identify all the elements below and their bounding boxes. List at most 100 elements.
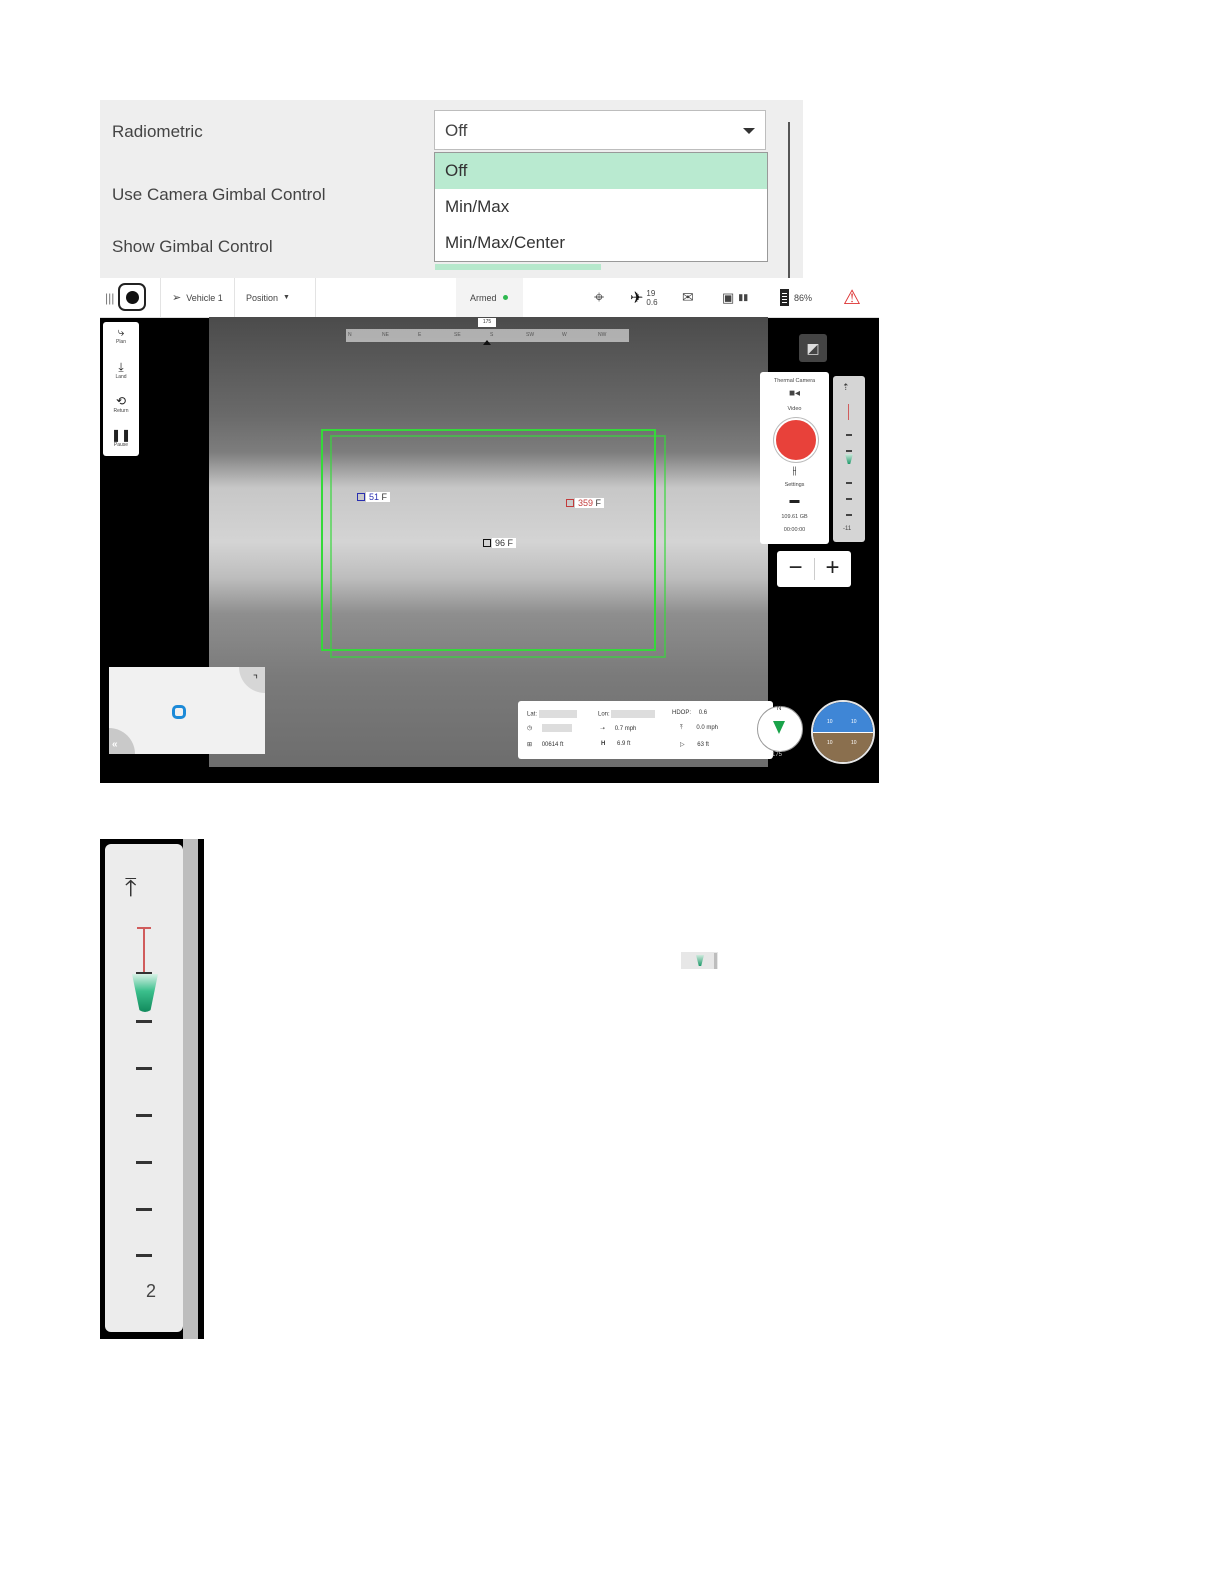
vertical-speed-icon: ⤒ — [680, 725, 683, 731]
camera-settings-label[interactable]: Settings — [760, 482, 829, 488]
caret-down-icon: ▼ — [283, 294, 290, 301]
top-toolbar: ||| ➢ Vehicle 1 Position ▼ Armed ⌖ ✈ 19 0… — [100, 278, 879, 318]
compass-dial: N 175 — [757, 706, 803, 758]
zoom-control: − + — [777, 551, 851, 587]
pause-icon: ❚❚ — [110, 428, 132, 442]
app-logo-button[interactable] — [118, 283, 146, 311]
gimbal-position-marker[interactable] — [845, 454, 853, 464]
armed-status-label: Armed — [470, 292, 497, 303]
return-button[interactable]: ⟲ Return — [103, 394, 139, 414]
gimbal-control-slider[interactable]: ⇡ -11 — [833, 376, 865, 542]
height-value: 6.9 ft — [617, 741, 631, 747]
radiometric-options-list: Off Min/Max Min/Max/Center — [434, 152, 768, 262]
spot-temp-min: 51 F — [357, 492, 391, 502]
clock-icon: ◷ — [527, 725, 533, 732]
telemetry-panel: Lat: Lon: HDOP: 0.6 ◷ ➝ 0.7 mph ⤒ 0.0 mp… — [518, 701, 773, 759]
scrollbar[interactable] — [788, 122, 790, 278]
satellite-icon: ✈ — [630, 289, 644, 307]
flight-actions-toolbar: ⤷ Plan ⤓ Land ⟲ Return ❚❚ Pause — [103, 322, 139, 456]
lon-label: Lon: — [598, 711, 610, 718]
sliders-icon[interactable]: ⫲ — [760, 465, 829, 478]
armed-status[interactable]: Armed — [456, 278, 523, 317]
heading-arrow-icon — [773, 721, 785, 734]
land-icon: ⤓ — [118, 360, 124, 374]
heading-readout: 175 — [478, 318, 496, 327]
gimbal-control-zoomed: ⤒ 2 — [100, 839, 204, 1339]
storage-free: 109.61 GB — [781, 514, 808, 520]
recording-time: 00:00:00 — [783, 527, 806, 533]
video-camera-icon[interactable]: ■◂ — [760, 388, 829, 399]
warning-icon[interactable]: ⚠ — [843, 278, 861, 317]
radiometric-label: Radiometric — [112, 122, 203, 141]
spot-temp-center: 96 F — [483, 538, 517, 548]
camera-mode-label: Video — [787, 406, 802, 412]
thermal-video-feed[interactable]: N NE E SE S SW W NW 175 51 F 359 F 96 F — [209, 317, 768, 767]
vehicle-name: Vehicle 1 — [186, 292, 223, 303]
minimap[interactable]: ⌝ « — [109, 667, 265, 754]
gps-target-icon[interactable]: ⌖ — [594, 278, 604, 317]
spot-marker — [566, 499, 574, 507]
rc-signal-icon[interactable]: ▣ ▮▮ — [722, 278, 748, 317]
hdop-value: 0.6 — [646, 297, 658, 307]
flight-mode-selector[interactable]: Position ▼ — [246, 278, 290, 317]
lat-label: Lat: — [527, 711, 538, 718]
battery-status[interactable]: 86% — [780, 278, 812, 317]
status-dot — [502, 295, 508, 300]
time-value-redacted — [541, 724, 572, 732]
gimbal-marker-inline-icon — [681, 952, 718, 969]
zoom-out-button[interactable]: − — [777, 551, 814, 587]
zoom-in-button[interactable]: + — [814, 551, 851, 587]
gimbal-range-indicator — [143, 928, 145, 972]
radiometric-option-off[interactable]: Off — [435, 153, 767, 189]
camera-settings-panel: Radiometric Use Camera Gimbal Control Sh… — [100, 100, 803, 278]
satellite-count: 19 — [646, 288, 656, 298]
chevrons-left-icon: « — [112, 739, 118, 750]
spot-temp-max: 359 F — [566, 498, 605, 508]
sd-card-icon: ▬ — [789, 495, 800, 506]
vehicle-selector[interactable]: ➢ Vehicle 1 — [172, 278, 223, 317]
height-icon: H — [601, 741, 606, 747]
spot-marker — [483, 539, 491, 547]
flight-app-screenshot: ||| ➢ Vehicle 1 Position ▼ Armed ⌖ ✈ 19 0… — [100, 278, 879, 783]
distance-icon: ▷ — [680, 742, 685, 748]
lon-value-redacted — [611, 710, 656, 718]
distance-value: 63 ft — [697, 742, 709, 748]
battery-icon — [780, 289, 789, 306]
horizontal-speed-icon: ➝ — [600, 726, 606, 732]
palette-toggle-button[interactable]: ◩ — [799, 334, 827, 362]
horizontal-speed: 0.7 mph — [614, 726, 637, 732]
satellite-status[interactable]: ✈ 19 0.6 — [630, 278, 658, 317]
vehicle-marker-icon — [172, 705, 186, 719]
toggle-partial[interactable] — [435, 264, 601, 270]
land-button[interactable]: ⤓ Land — [103, 360, 139, 380]
pause-button[interactable]: ❚❚ Pause — [103, 428, 139, 448]
use-camera-gimbal-control-label: Use Camera Gimbal Control — [112, 185, 326, 204]
gimbal-angle-value: 2 — [146, 1281, 157, 1301]
hdop-readout: 0.6 — [698, 710, 708, 716]
radiometric-select-value: Off — [445, 121, 468, 140]
gimbal-slider-panel[interactable] — [105, 844, 183, 1332]
radiometric-option-min-max[interactable]: Min/Max — [435, 189, 767, 225]
radiometric-option-min-max-center[interactable]: Min/Max/Center — [435, 225, 767, 261]
telemetry-link-icon[interactable]: ✉ — [682, 278, 694, 317]
altitude-value: 00614 ft — [541, 742, 564, 748]
menu-icon[interactable]: ||| — [105, 278, 114, 317]
attitude-indicator: 10 10 10 10 — [811, 700, 875, 764]
return-icon: ⟲ — [115, 394, 127, 408]
lat-value-redacted — [538, 710, 577, 718]
spot-marker — [357, 493, 365, 501]
gimbal-angle-value: -11 — [843, 526, 852, 532]
battery-percent: 86% — [794, 292, 813, 303]
camera-title: Thermal Camera — [773, 378, 816, 384]
route-pin-icon: ⤷ — [117, 325, 125, 339]
radiometric-select[interactable]: Off — [434, 110, 766, 150]
expand-icon: ⌝ — [252, 674, 258, 686]
flight-mode: Position — [246, 292, 279, 303]
gimbal-icon: ⇡ — [842, 382, 850, 392]
show-gimbal-control-label: Show Gimbal Control — [112, 237, 273, 256]
record-button[interactable] — [774, 418, 818, 462]
plan-button[interactable]: ⤷ Plan — [103, 325, 139, 345]
hdop-label: HDOP: — [672, 710, 692, 716]
altitude-icon: ⊞ — [527, 742, 533, 748]
heading-pointer — [483, 340, 491, 345]
